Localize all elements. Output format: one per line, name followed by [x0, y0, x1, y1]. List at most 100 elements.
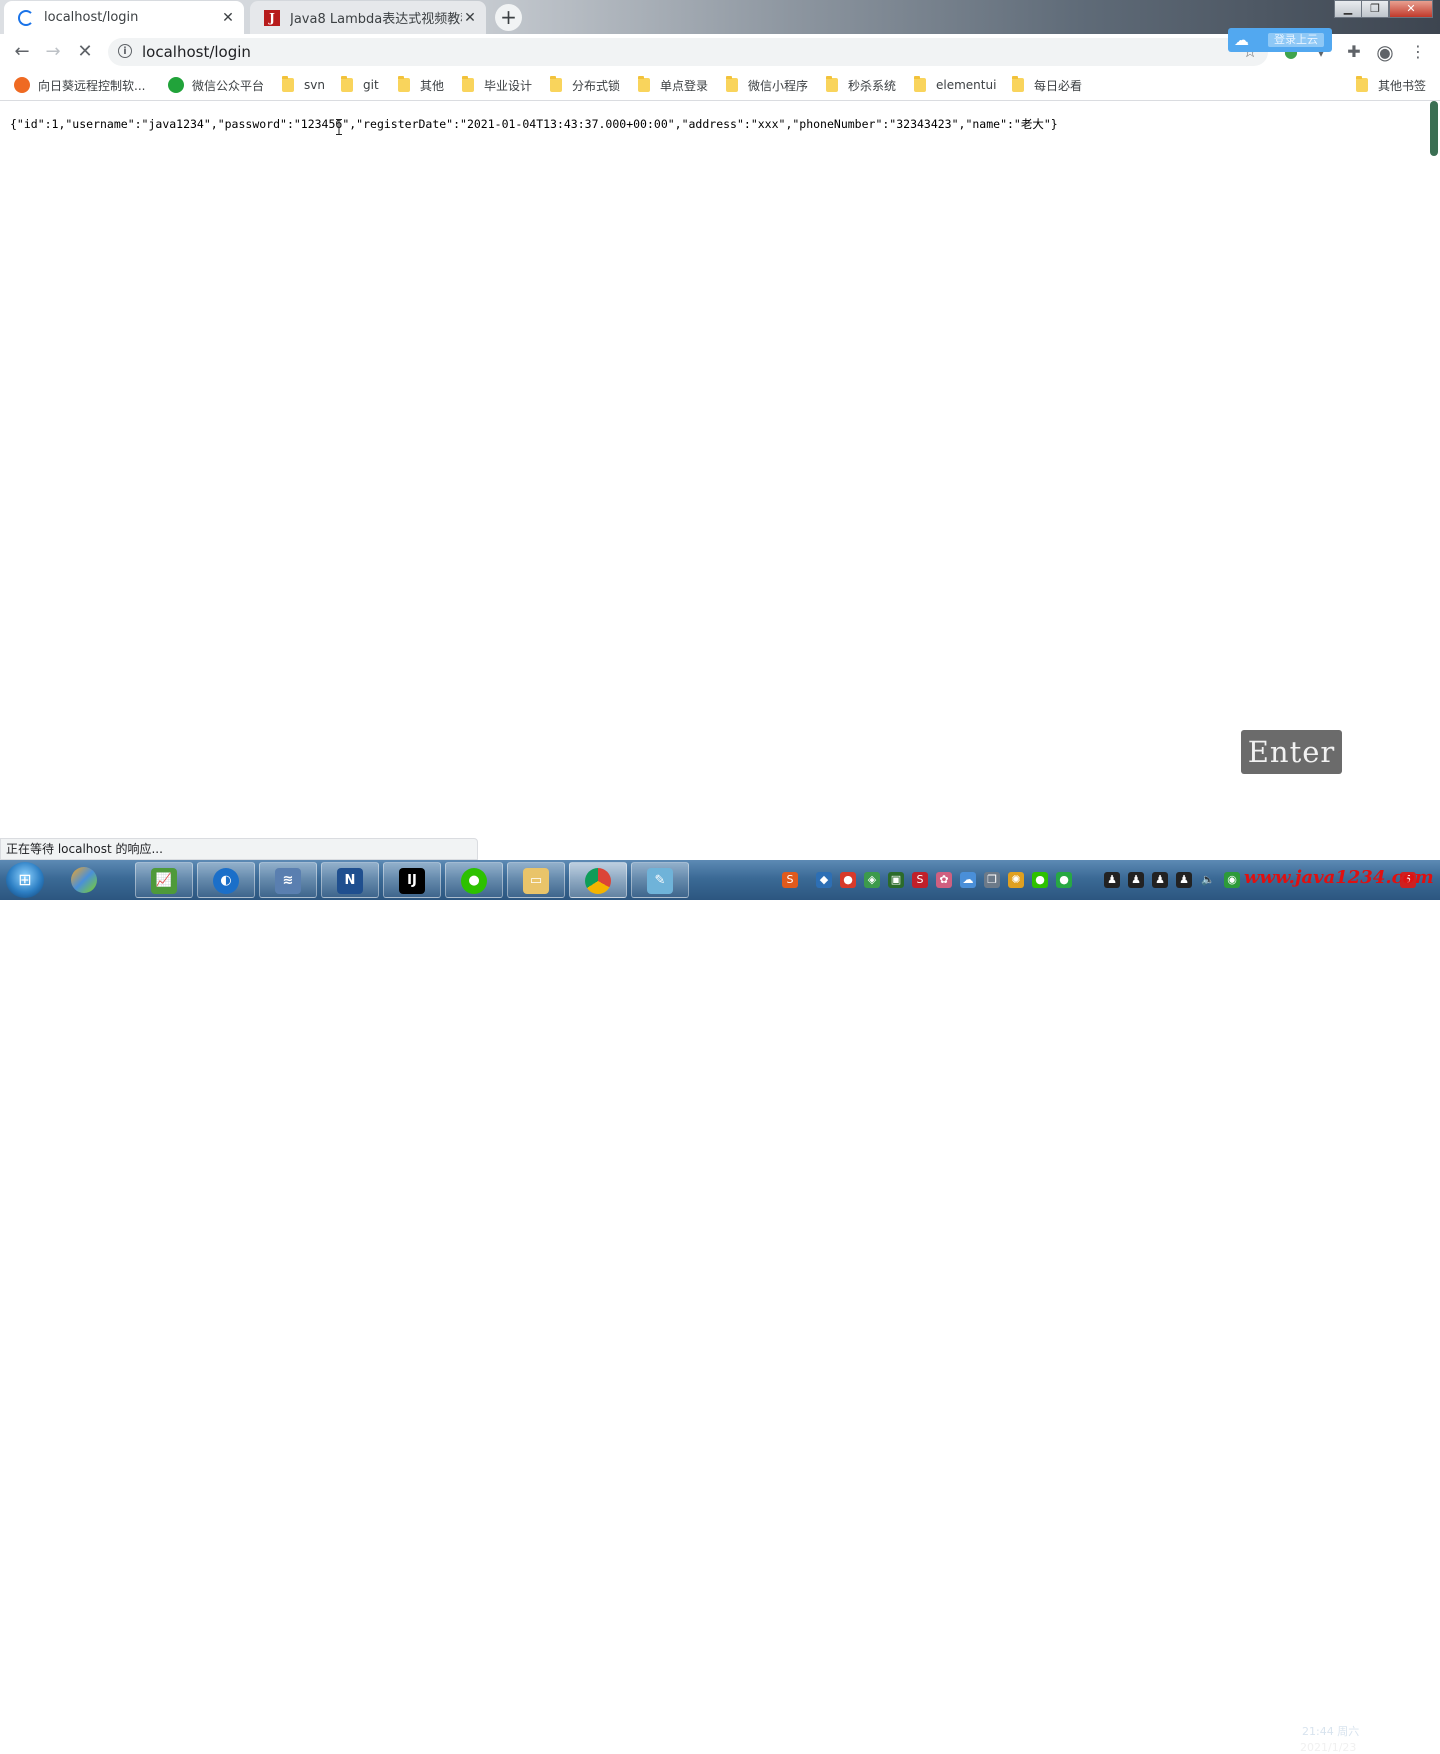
new-tab-button[interactable]: + [495, 4, 522, 31]
taskbar-app-chart[interactable]: 📈 [135, 862, 193, 898]
extensions-puzzle-icon[interactable]: ✚ [1343, 41, 1365, 63]
wechat-app-icon: ● [461, 868, 487, 894]
bookmark-sunflower[interactable]: 向日葵远程控制软... [14, 76, 145, 94]
tab-java8-lambda[interactable]: J Java8 Lambda表达式视频教程-J ✕ [250, 1, 486, 34]
bookmark-svn[interactable]: svn [282, 76, 325, 94]
taskbar-app-mysql[interactable]: ≋ [259, 862, 317, 898]
bookmark-label: git [363, 78, 379, 92]
keypress-overlay: Enter [1241, 730, 1342, 774]
stop-loading-icon[interactable]: ✕ [73, 40, 97, 64]
chart-app-icon: 📈 [151, 868, 177, 894]
bookmark-label: 分布式锁 [572, 78, 621, 93]
intellij-app-icon: IJ [399, 868, 425, 894]
tray-wechat-icon[interactable]: ● [1032, 872, 1048, 888]
taskbar-app-wechat[interactable]: ● [445, 862, 503, 898]
minimize-button[interactable]: ▁ [1334, 0, 1362, 18]
bookmark-label: elementui [936, 78, 997, 92]
address-bar[interactable]: i localhost/login [108, 38, 1268, 66]
tray-wechat-work-icon[interactable]: ● [1056, 872, 1072, 888]
address-url[interactable]: localhost/login [142, 38, 251, 66]
text-cursor-icon [336, 119, 342, 135]
bookmarks-bar: 向日葵远程控制软... 微信公众平台 svn git 其他 毕业设计 分布式锁 … [0, 70, 1440, 101]
tray-window-icon[interactable]: ❐ [984, 872, 1000, 888]
chrome-app-icon [585, 868, 611, 894]
bookmark-label: 单点登录 [660, 78, 709, 93]
bookmark-label: 其他书签 [1378, 78, 1427, 93]
tab-strip: localhost/login ✕ J Java8 Lambda表达式视频教程-… [0, 0, 1440, 34]
profile-avatar-icon[interactable]: ◉ [1374, 41, 1396, 63]
taskbar: ⊞ 📈 ◐ ≋ N IJ ● ▭ ✎ S ◆ ● ◈ ▣ S ✿ ☁ ❐ ✺ ●… [0, 860, 1440, 1754]
taskbar-app-notes[interactable]: ✎ [631, 862, 689, 898]
qq-icon[interactable]: ♟ [1152, 872, 1168, 888]
close-window-button[interactable]: ✕ [1389, 0, 1433, 18]
tray-flower-icon[interactable]: ✿ [936, 872, 952, 888]
bookmark-seckill[interactable]: 秒杀系统 [826, 76, 896, 94]
bookmark-label: svn [304, 78, 325, 92]
qq-icon[interactable]: ♟ [1128, 872, 1144, 888]
taskbar-app-editor[interactable]: N [321, 862, 379, 898]
tray-nvidia-icon[interactable]: ▣ [888, 872, 904, 888]
tray-sunflower-icon[interactable]: ✺ [1008, 872, 1024, 888]
bookmark-wechat-mp[interactable]: 微信公众平台 [168, 76, 264, 94]
sogou-input-icon[interactable]: S [782, 872, 798, 888]
baidu-cloud-button[interactable]: ☁ 登录上云 [1228, 28, 1332, 52]
bookmark-graduation[interactable]: 毕业设计 [462, 76, 532, 94]
baidu-cloud-icon: ☁ [1234, 31, 1249, 49]
site-info-icon[interactable]: i [118, 44, 132, 58]
scrollbar-thumb[interactable] [1430, 101, 1438, 156]
bookmark-daily[interactable]: 每日必看 [1012, 76, 1082, 94]
bookmark-git[interactable]: git [341, 76, 379, 94]
tray-s-icon[interactable]: S [912, 872, 928, 888]
folder-icon [726, 76, 738, 92]
bookmark-label: 其他 [420, 78, 445, 93]
bookmark-distributed-lock[interactable]: 分布式锁 [550, 76, 620, 94]
taskbar-app-chrome[interactable] [569, 862, 627, 898]
qq-icon[interactable]: ♟ [1104, 872, 1120, 888]
taskbar-app-browser[interactable]: ◐ [197, 862, 255, 898]
tray-cloud-icon[interactable]: ☁ [960, 872, 976, 888]
bookmark-label: 微信公众平台 [192, 78, 265, 93]
bookmark-sso[interactable]: 单点登录 [638, 76, 708, 94]
tab-title: Java8 Lambda表达式视频教程-J [290, 12, 462, 27]
other-bookmarks[interactable]: 其他书签 [1356, 76, 1426, 94]
folder-icon [282, 76, 294, 92]
menu-kebab-icon[interactable]: ⋮ [1407, 41, 1429, 63]
bookmark-label: 毕业设计 [484, 78, 533, 93]
maximize-button[interactable]: ❐ [1361, 0, 1389, 18]
status-bubble: 正在等待 localhost 的响应... [0, 838, 478, 860]
bookmark-miniprogram[interactable]: 微信小程序 [726, 76, 808, 94]
editor-app-icon: N [337, 868, 363, 894]
clock-time: 21:44 周六 [1302, 1725, 1360, 1738]
json-response-text: {"id":1,"username":"java1234","password"… [10, 117, 1058, 131]
tray-huawei-icon[interactable]: ● [840, 872, 856, 888]
bookmark-label: 微信小程序 [748, 78, 809, 93]
close-tab-icon[interactable]: ✕ [220, 10, 236, 26]
windows-logo-icon: ⊞ [18, 870, 32, 889]
taskbar-app-intellij[interactable]: IJ [383, 862, 441, 898]
bookmark-elementui[interactable]: elementui [914, 76, 996, 94]
qq-icon[interactable]: ♟ [1176, 872, 1192, 888]
tray-box-icon[interactable]: ◆ [816, 872, 832, 888]
taskbar-app-explorer[interactable]: ▭ [507, 862, 565, 898]
bookmark-other[interactable]: 其他 [398, 76, 444, 94]
folder-icon [638, 76, 650, 92]
folder-icon [550, 76, 562, 92]
bookmark-label: 秒杀系统 [848, 78, 897, 93]
navigation-toolbar: ← → ✕ i localhost/login ☆ ● ▾ ✚ ◉ ⋮ [0, 34, 1440, 70]
network-icon[interactable]: ◉ [1224, 872, 1240, 888]
start-button[interactable]: ⊞ [6, 862, 44, 898]
back-arrow-icon[interactable]: ← [10, 40, 34, 64]
forward-arrow-icon[interactable]: → [41, 40, 65, 64]
sunflower-icon [14, 77, 30, 93]
cloud-button-label: 登录上云 [1268, 33, 1324, 47]
taskbar-app-photos[interactable] [56, 862, 114, 898]
tray-shield-icon[interactable]: ◈ [864, 872, 880, 888]
close-tab-icon[interactable]: ✕ [462, 10, 478, 26]
folder-app-icon: ▭ [523, 868, 549, 894]
wechat-icon [168, 77, 184, 93]
tab-title: localhost/login [44, 10, 139, 25]
tab-localhost-login[interactable]: localhost/login ✕ [4, 1, 244, 34]
folder-icon [1012, 76, 1024, 92]
volume-icon[interactable]: 🔈 [1200, 872, 1216, 888]
notes-app-icon: ✎ [647, 868, 673, 894]
